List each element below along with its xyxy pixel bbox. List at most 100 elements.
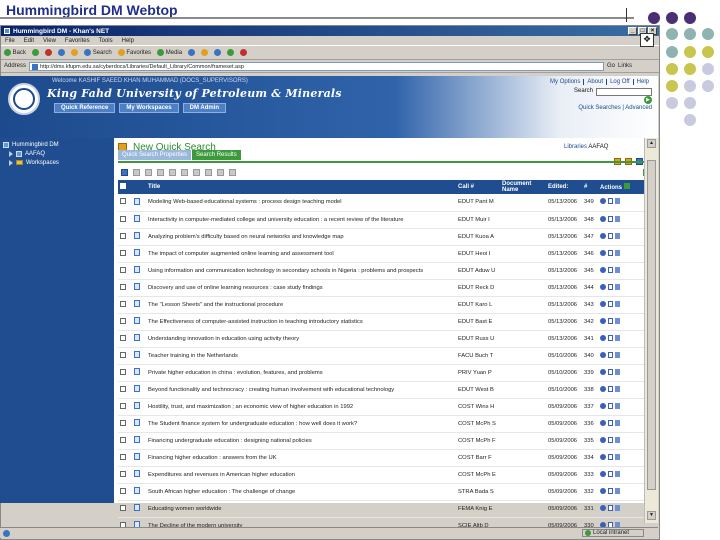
- row-checkbox[interactable]: [120, 368, 126, 375]
- menu-edit[interactable]: Edit: [24, 38, 34, 44]
- open-link-icon[interactable]: [615, 470, 620, 477]
- links-button[interactable]: Links: [618, 63, 632, 69]
- row-title[interactable]: Teacher training in the Netherlands: [146, 347, 456, 365]
- forward-arrow-icon[interactable]: [32, 49, 40, 56]
- view-page-icon[interactable]: [608, 385, 613, 392]
- view-page-icon[interactable]: [608, 351, 613, 358]
- row-title[interactable]: Financing undergraduate education : desi…: [146, 432, 456, 450]
- row-checkbox[interactable]: [120, 504, 126, 511]
- scroll-thumb[interactable]: [647, 160, 656, 490]
- open-link-icon[interactable]: [615, 504, 620, 511]
- row-title[interactable]: The "Lesson Sheets" and the instructiona…: [146, 296, 456, 314]
- info-icon[interactable]: [600, 436, 606, 443]
- table-row[interactable]: Educating women worldwide FEMA Knig E 05/0…: [118, 500, 650, 518]
- view-page-icon[interactable]: [608, 453, 613, 460]
- info-icon[interactable]: [600, 351, 606, 358]
- row-title[interactable]: Educating women worldwide: [146, 500, 456, 518]
- address-input[interactable]: http://dms.kfupm.edu.sa/cyberdocs/Librar…: [29, 61, 605, 71]
- view-page-icon[interactable]: [608, 283, 613, 290]
- home-icon[interactable]: [71, 49, 79, 56]
- table-row[interactable]: South African higher education : The cha…: [118, 483, 650, 501]
- actions-menu-icon[interactable]: [623, 183, 630, 189]
- view-page-icon[interactable]: [608, 334, 613, 341]
- tree-root[interactable]: Hummingbird DM: [3, 140, 111, 149]
- tree-item-workspaces[interactable]: Workspaces: [3, 158, 111, 167]
- view-page-icon[interactable]: [608, 368, 613, 375]
- row-checkbox[interactable]: [120, 283, 126, 290]
- about-link[interactable]: About: [583, 79, 607, 85]
- move-icon[interactable]: [157, 168, 164, 176]
- libraries-link[interactable]: Libraries: [564, 144, 587, 150]
- row-checkbox[interactable]: [120, 436, 126, 443]
- view-page-icon[interactable]: [608, 198, 613, 205]
- open-link-icon[interactable]: [615, 232, 620, 239]
- view-page-icon[interactable]: [608, 317, 613, 324]
- expand-icon[interactable]: [9, 150, 13, 157]
- print-icon[interactable]: [214, 49, 222, 56]
- tab-my-workspaces[interactable]: My Workspaces: [119, 103, 179, 113]
- table-row[interactable]: Beyond functionality and technocracy : c…: [118, 381, 650, 399]
- row-checkbox[interactable]: [120, 402, 126, 409]
- row-checkbox[interactable]: [120, 419, 126, 426]
- row-checkbox[interactable]: [120, 249, 126, 256]
- open-link-icon[interactable]: [615, 368, 620, 375]
- info-icon[interactable]: [600, 215, 606, 222]
- scroll-up-icon[interactable]: ▲: [647, 139, 656, 148]
- open-link-icon[interactable]: [615, 453, 620, 460]
- tab-dm-admin[interactable]: DM Admin: [182, 103, 227, 113]
- open-link-icon[interactable]: [615, 419, 620, 426]
- mail-icon[interactable]: [201, 49, 209, 56]
- profile-icon[interactable]: [205, 168, 212, 176]
- help-link[interactable]: Help: [632, 79, 652, 85]
- open-link-icon[interactable]: [615, 436, 620, 443]
- delete-icon[interactable]: [133, 168, 140, 176]
- view-page-icon[interactable]: [608, 487, 613, 494]
- info-icon[interactable]: [600, 334, 606, 341]
- row-checkbox[interactable]: [120, 198, 126, 205]
- scroll-down-icon[interactable]: ▼: [647, 511, 656, 520]
- open-link-icon[interactable]: [615, 487, 620, 494]
- info-icon[interactable]: [600, 368, 606, 375]
- open-link-icon[interactable]: [615, 385, 620, 392]
- open-link-icon[interactable]: [615, 300, 620, 307]
- info-icon[interactable]: [600, 232, 606, 239]
- expand-icon[interactable]: [9, 159, 13, 166]
- menu-favorites[interactable]: Favorites: [65, 38, 90, 44]
- open-link-icon[interactable]: [615, 402, 620, 409]
- row-title[interactable]: The Effectiveness of computer-assisted i…: [146, 313, 456, 331]
- history-icon[interactable]: [188, 49, 196, 56]
- info-icon[interactable]: [600, 317, 606, 324]
- select-icon[interactable]: [121, 168, 128, 176]
- checkout-icon[interactable]: [181, 168, 188, 176]
- row-title[interactable]: Discovery and use of online learning res…: [146, 279, 456, 297]
- column-document-name[interactable]: Document Name: [500, 180, 546, 194]
- open-link-icon[interactable]: [615, 249, 620, 256]
- stop-icon[interactable]: [45, 49, 53, 56]
- checkin-icon[interactable]: [193, 168, 200, 176]
- column-edited[interactable]: Edited:: [546, 180, 582, 194]
- view-page-icon[interactable]: [608, 436, 613, 443]
- view-page-icon[interactable]: [608, 300, 613, 307]
- open-link-icon[interactable]: [615, 198, 620, 205]
- info-icon[interactable]: [600, 283, 606, 290]
- row-checkbox[interactable]: [120, 215, 126, 222]
- view-page-icon[interactable]: [608, 470, 613, 477]
- table-row[interactable]: The "Lesson Sheets" and the instructiona…: [118, 296, 650, 314]
- view-page-icon[interactable]: [608, 215, 613, 222]
- tab-search-results[interactable]: Search Results: [192, 150, 241, 160]
- table-row[interactable]: Understanding innovation in education us…: [118, 330, 650, 348]
- info-icon[interactable]: [600, 504, 606, 511]
- row-checkbox[interactable]: [120, 385, 126, 392]
- row-title[interactable]: The impact of computer augmented online …: [146, 245, 456, 263]
- row-title[interactable]: Interactivity in computer-mediated colle…: [146, 211, 456, 229]
- row-checkbox[interactable]: [120, 470, 126, 477]
- open-link-icon[interactable]: [615, 317, 620, 324]
- row-checkbox[interactable]: [120, 317, 126, 324]
- column-number[interactable]: #: [582, 180, 598, 194]
- table-row[interactable]: The impact of computer augmented online …: [118, 245, 650, 263]
- menu-tools[interactable]: Tools: [99, 38, 113, 44]
- info-icon[interactable]: [600, 300, 606, 307]
- minimize-button[interactable]: _: [628, 27, 637, 35]
- link-icon[interactable]: [169, 168, 176, 176]
- open-link-icon[interactable]: [615, 351, 620, 358]
